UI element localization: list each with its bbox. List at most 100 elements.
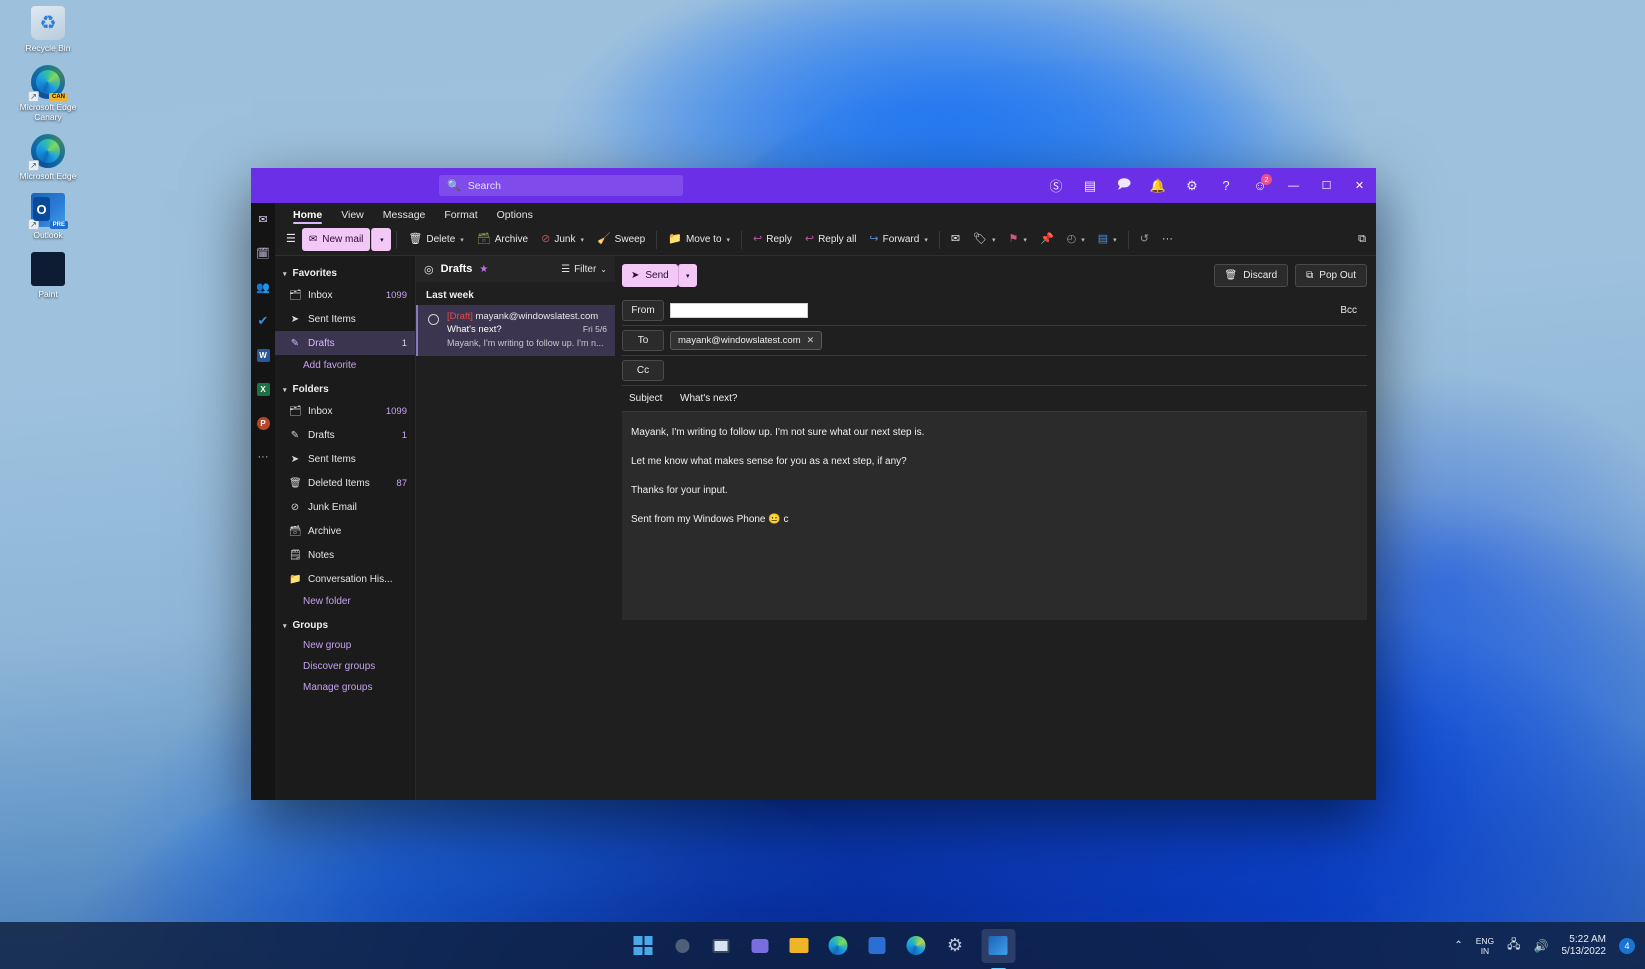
desktop-icon-paint[interactable]: Paint [5, 252, 91, 299]
bcc-button[interactable]: Bcc [1340, 305, 1367, 316]
cc-label[interactable]: Cc [622, 360, 664, 381]
flag-button[interactable]: ⚑▾ [1003, 228, 1033, 252]
more-commands-button[interactable]: ··· [1156, 228, 1179, 252]
desktop-icon-edge-canary[interactable]: ↗ CAN Microsoft Edge Canary [5, 65, 91, 122]
folder-item-inbox-favorite[interactable]: 🗂 Inbox 1099 [275, 283, 415, 307]
discover-groups-link[interactable]: Discover groups [275, 656, 415, 677]
new-mail-dropdown[interactable]: ▾ [371, 228, 391, 251]
volume-icon[interactable]: 🔊 [1534, 939, 1549, 953]
chevron-down-icon[interactable]: ▾ [992, 236, 996, 244]
tab-view[interactable]: View [333, 207, 372, 224]
pin-button[interactable]: 📌 [1034, 228, 1060, 252]
rules-button[interactable]: ▤▾ [1092, 228, 1123, 252]
settings-gear-icon[interactable]: ⚙ [1175, 168, 1209, 203]
rail-item-calendar[interactable]: 🗓 [253, 243, 273, 263]
discard-button[interactable]: 🗑 Discard [1214, 264, 1289, 287]
help-icon[interactable]: ? [1209, 168, 1243, 203]
outlook-taskbar-button[interactable] [981, 929, 1015, 963]
reply-all-button[interactable]: ↩ Reply all [799, 228, 863, 252]
reply-button[interactable]: ↩ Reply [747, 228, 798, 252]
rail-item-more[interactable]: ··· [253, 447, 273, 467]
filter-button[interactable]: ☰ Filter ⌄ [561, 264, 607, 275]
chevron-down-icon[interactable]: ▾ [727, 236, 731, 244]
junk-button[interactable]: ⊘ Junk ▾ [535, 228, 590, 252]
edge-canary-button[interactable] [903, 933, 929, 959]
start-button[interactable] [630, 933, 656, 959]
folder-item-sent[interactable]: ➤ Sent Items [275, 447, 415, 471]
forward-button[interactable]: ↪ Forward ▾ [863, 228, 933, 252]
subject-input[interactable]: What's next? [680, 393, 738, 404]
folder-item-conversation-history[interactable]: 📁 Conversation His... [275, 567, 415, 591]
folder-item-notes[interactable]: 🗒 Notes [275, 543, 415, 567]
window-close-button[interactable]: ✕ [1343, 168, 1376, 203]
from-field[interactable] [670, 303, 808, 318]
chevron-down-icon[interactable]: ▾ [1023, 236, 1027, 244]
folder-item-deleted[interactable]: 🗑 Deleted Items 87 [275, 471, 415, 495]
desktop-icon-recycle-bin[interactable]: Recycle Bin [5, 6, 91, 53]
folder-item-junk[interactable]: ⊘ Junk Email [275, 495, 415, 519]
folders-section-header[interactable]: ▾ Folders [275, 380, 415, 399]
search-button[interactable] [669, 933, 695, 959]
manage-groups-link[interactable]: Manage groups [275, 677, 415, 698]
recipient-pill[interactable]: mayank@windowslatest.com ✕ [670, 331, 822, 350]
open-in-new-window-button[interactable]: ⧉ [1354, 228, 1370, 252]
meet-now-icon[interactable]: 🗩 [1107, 168, 1141, 203]
rail-item-powerpoint[interactable]: P [253, 413, 273, 433]
rail-item-word[interactable]: W [253, 345, 273, 365]
network-icon[interactable]: 🖧 [1507, 935, 1520, 956]
window-minimize-button[interactable]: — [1277, 168, 1310, 203]
chevron-down-icon[interactable]: ▾ [1113, 236, 1117, 244]
notifications-bell-icon[interactable]: 🔔 [1141, 168, 1175, 203]
sweep-button[interactable]: 🧹 Sweep [591, 228, 651, 252]
snooze-button[interactable]: ◴▾ [1061, 228, 1091, 252]
pop-out-button[interactable]: ⧉ Pop Out [1295, 264, 1367, 287]
to-label[interactable]: To [622, 330, 664, 351]
office-apps-icon[interactable]: ▤ [1073, 168, 1107, 203]
favorites-section-header[interactable]: ▾ Favorites [275, 264, 415, 283]
message-body-editor[interactable]: Mayank, I'm writing to follow up. I'm no… [622, 412, 1367, 620]
clock[interactable]: 5:22 AM 5/13/2022 [1562, 934, 1607, 958]
task-view-button[interactable] [708, 933, 734, 959]
rail-item-todo[interactable]: ✔ [253, 311, 273, 331]
archive-button[interactable]: 🗃 Archive [471, 228, 534, 252]
window-maximize-button[interactable]: ☐ [1310, 168, 1343, 203]
send-button[interactable]: ➤ Send [622, 264, 678, 287]
new-folder-link[interactable]: New folder [275, 591, 415, 612]
add-favorite-link[interactable]: Add favorite [275, 355, 415, 376]
select-all-icon[interactable]: ◎ [424, 263, 434, 276]
desktop-icon-outlook[interactable]: ↗ PRE Outlook [5, 193, 91, 240]
file-explorer-button[interactable] [786, 933, 812, 959]
categorize-button[interactable]: 🏷▾ [967, 228, 1001, 252]
feedback-icon[interactable]: ☺ 2 [1243, 168, 1277, 203]
tab-home[interactable]: Home [285, 207, 330, 224]
chevron-down-icon[interactable]: ▾ [924, 236, 928, 244]
send-options-dropdown[interactable]: ▾ [678, 264, 697, 287]
delete-button[interactable]: 🗑 Delete ▾ [402, 228, 469, 252]
message-list-item[interactable]: [Draft] mayank@windowslatest.com What's … [416, 305, 615, 356]
chevron-down-icon[interactable]: ▾ [580, 236, 584, 244]
tab-message[interactable]: Message [375, 207, 434, 224]
tray-expand-chevron-icon[interactable]: ⌃ [1454, 940, 1462, 951]
groups-section-header[interactable]: ▾ Groups [275, 616, 415, 635]
search-input[interactable]: 🔍 Search [439, 175, 683, 196]
new-group-link[interactable]: New group [275, 635, 415, 656]
folder-item-archive[interactable]: 🗃 Archive [275, 519, 415, 543]
folder-item-sent-favorite[interactable]: ➤ Sent Items [275, 307, 415, 331]
tab-options[interactable]: Options [489, 207, 541, 224]
folder-item-drafts[interactable]: ✎ Drafts 1 [275, 423, 415, 447]
move-to-button[interactable]: 📁 Move to ▾ [662, 228, 736, 252]
mark-unread-button[interactable]: ✉ [945, 228, 966, 252]
folder-item-drafts-favorite[interactable]: ✎ Drafts 1 [275, 331, 415, 355]
rail-item-excel[interactable]: X [253, 379, 273, 399]
from-label[interactable]: From [622, 300, 664, 321]
desktop-icon-edge[interactable]: ↗ Microsoft Edge [5, 134, 91, 181]
skype-icon[interactable]: Ⓢ [1039, 168, 1073, 203]
chevron-down-icon[interactable]: ▾ [1081, 236, 1085, 244]
remove-recipient-icon[interactable]: ✕ [807, 335, 815, 346]
chevron-down-icon[interactable]: ▾ [460, 236, 464, 244]
new-mail-button[interactable]: ✉ New mail [302, 228, 371, 251]
cc-field[interactable] [670, 361, 1367, 380]
language-indicator[interactable]: ENG IN [1476, 936, 1494, 956]
chat-button[interactable] [747, 933, 773, 959]
microsoft-store-button[interactable] [864, 933, 890, 959]
